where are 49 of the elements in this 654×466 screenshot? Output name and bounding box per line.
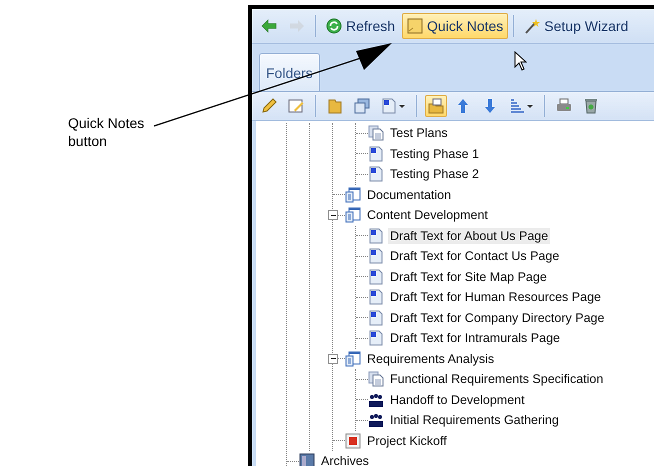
tree-item[interactable]: Initial Requirements Gathering (388, 412, 561, 428)
tree-item[interactable]: Draft Text for Company Directory Page (388, 310, 606, 326)
pencil-icon (261, 98, 277, 114)
tree-item[interactable]: Draft Text for Site Map Page (388, 268, 549, 285)
arrow-icon (482, 98, 498, 114)
trash-icon (583, 98, 599, 114)
tree-item[interactable]: Content Development (365, 207, 490, 224)
edit-icon (288, 98, 304, 114)
folder-window-icon (345, 350, 361, 367)
arrow-icon (455, 98, 471, 114)
tree-item[interactable]: Archives (319, 453, 371, 466)
tree-item[interactable]: Documentation (365, 186, 454, 203)
tree-item[interactable]: Requirements Analysis (365, 350, 496, 367)
tree-item[interactable]: Draft Text for Human Resources Page (388, 289, 603, 306)
collapse-toggle[interactable] (328, 354, 338, 364)
tree-item[interactable]: Testing Phase 1 (388, 146, 481, 162)
wand-icon (524, 18, 540, 34)
server-icon (299, 453, 315, 466)
tree-item[interactable]: Draft Text for Contact Us Page (388, 248, 562, 264)
pages-icon (368, 125, 384, 142)
folder-icon (327, 98, 343, 114)
folder-window-icon (345, 207, 361, 224)
tree-item[interactable]: Testing Phase 2 (388, 166, 481, 182)
list-icon (509, 98, 525, 114)
note-icon (407, 18, 424, 34)
setup-wizard-button[interactable]: Setup Wizard (519, 13, 634, 39)
arrow-icon (289, 18, 305, 34)
quick-notes-button[interactable]: Quick Notes (402, 13, 508, 39)
arrow-icon (261, 18, 277, 34)
tree-item[interactable]: Functional Requirements Specification (388, 371, 606, 388)
calendar-icon (345, 432, 361, 449)
callout-label: Quick Notes button (68, 114, 146, 150)
folder-window-icon (345, 186, 361, 203)
refresh-button[interactable]: Refresh (321, 13, 400, 39)
tree-item[interactable]: Project Kickoff (365, 432, 449, 449)
tree-item[interactable]: Handoff to Development (388, 392, 527, 408)
refresh-icon (326, 18, 342, 34)
people-icon (368, 392, 384, 408)
pages-icon (368, 371, 384, 388)
tree-item[interactable]: Test Plans (388, 125, 450, 142)
collapse-toggle[interactable] (328, 210, 338, 220)
cursor-icon (514, 51, 527, 71)
window-icon (354, 98, 370, 114)
folders-tab[interactable]: Folders (259, 53, 320, 91)
move-folder-button[interactable] (425, 95, 447, 117)
tree-item[interactable]: Draft Text for About Us Page (388, 228, 550, 244)
people-icon (368, 412, 384, 428)
printer-icon (556, 98, 572, 114)
tree-item[interactable]: Draft Text for Intramurals Page (388, 330, 562, 346)
